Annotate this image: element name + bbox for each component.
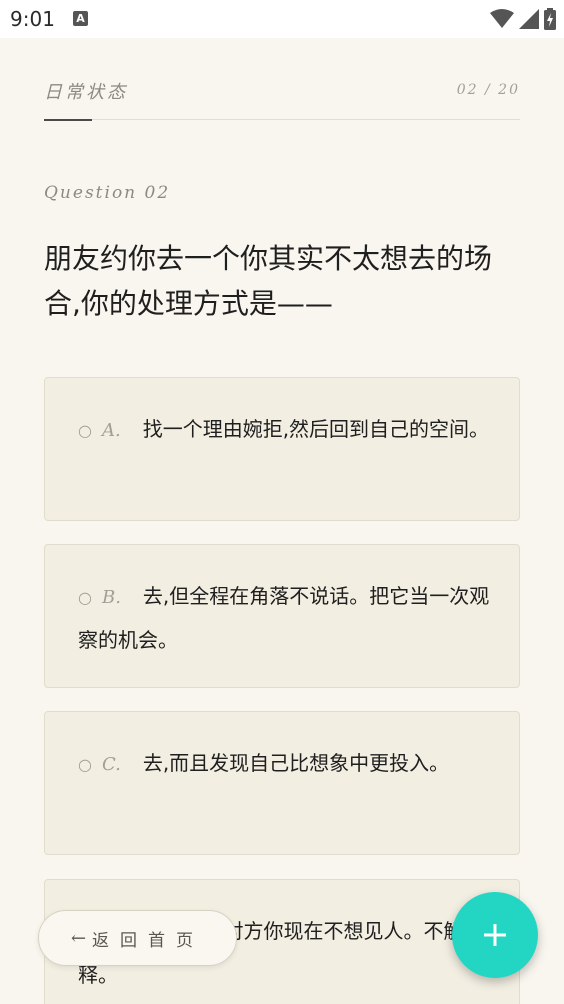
status-bar: 9:01 A [0, 0, 564, 38]
progress-track [44, 119, 520, 120]
radio-icon: ○ [78, 588, 92, 607]
option-letter-label: A. [101, 420, 121, 441]
add-fab-button[interactable] [452, 892, 538, 978]
back-home-button[interactable]: ← 返回首页 [38, 910, 237, 966]
progress-fill [44, 119, 92, 121]
battery-icon [544, 8, 556, 30]
plus-icon [484, 924, 506, 946]
page-title: 日常状态 [44, 82, 128, 103]
option-letter: ○ A. [78, 420, 121, 441]
option-letter: ○ B. [78, 587, 121, 608]
radio-icon: ○ [78, 755, 92, 774]
progress-counter: 02 / 20 [456, 82, 520, 98]
question-number: Question 02 [44, 183, 171, 203]
notification-icon: A [73, 11, 88, 26]
radio-icon: ○ [78, 421, 92, 440]
option-text: 去,而且发现自己比想象中更投入。 [142, 751, 450, 775]
option-letter-label: B. [101, 587, 121, 608]
question-text: 朋友约你去一个你其实不太想去的场合,你的处理方式是—— [44, 242, 493, 320]
wifi-icon [490, 9, 514, 28]
back-home-label: 返回首页 [92, 930, 205, 951]
option-c[interactable]: ○ C. 去,而且发现自己比想象中更投入。 [44, 711, 520, 855]
arrow-left-icon: ← [70, 927, 87, 949]
option-a[interactable]: ○ A. 找一个理由婉拒,然后回到自己的空间。 [44, 377, 520, 521]
option-text: 去,但全程在角落不说话。把它当一次观察的机会。 [78, 584, 490, 652]
status-icons [490, 8, 556, 30]
option-letter: ○ C. [78, 754, 121, 775]
status-time: 9:01 [10, 7, 55, 31]
quiz-header: 日常状态 02 / 20 [44, 76, 520, 121]
option-text: 找一个理由婉拒,然后回到自己的空间。 [142, 417, 490, 441]
option-letter-label: C. [101, 754, 121, 775]
option-b[interactable]: ○ B. 去,但全程在角落不说话。把它当一次观察的机会。 [44, 544, 520, 688]
signal-icon [519, 9, 539, 29]
